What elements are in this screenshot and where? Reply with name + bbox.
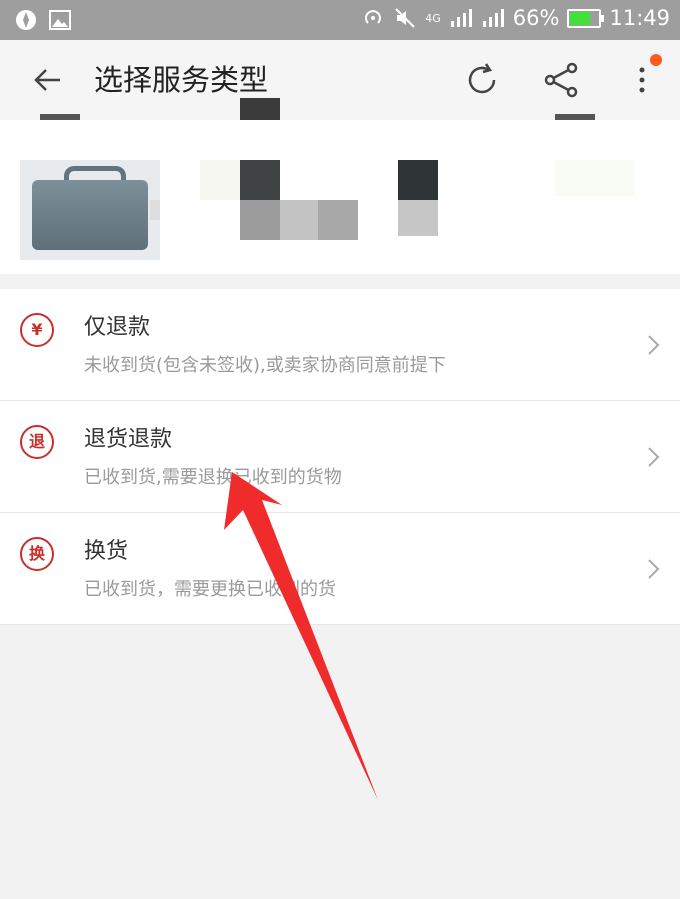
chevron-right-icon (648, 447, 660, 467)
battery-percent: 66% (512, 6, 560, 30)
option-return-refund[interactable]: 退 退货退款 已收到货,需要退换已收到的货物 (0, 401, 680, 513)
mosaic-block-2 (398, 160, 438, 200)
service-type-list: ¥ 仅退款 未收到货(包含未签收),或卖家协商同意前提下 退 退货退款 已收到货… (0, 289, 680, 625)
option-title: 换货 (84, 539, 129, 564)
exchange-icon: 换 (20, 537, 54, 571)
refresh-icon[interactable] (460, 58, 504, 102)
share-icon[interactable] (540, 58, 584, 102)
option-refund-only[interactable]: ¥ 仅退款 未收到货(包含未签收),或卖家协商同意前提下 (0, 289, 680, 401)
signal-icon-2 (482, 9, 504, 27)
page-title: 选择服务类型 (94, 63, 269, 97)
option-title: 退货退款 (84, 427, 173, 452)
hotspot-icon (365, 10, 382, 24)
option-exchange[interactable]: 换 换货 已收到货，需要更换已收到的货 (0, 513, 680, 625)
chevron-right-icon (648, 559, 660, 579)
network-type: 4G (425, 11, 441, 25)
back-arrow-icon[interactable] (28, 60, 68, 100)
refund-yuan-icon: ¥ (20, 313, 54, 347)
image-icon (49, 10, 71, 30)
option-description: 未收到货(包含未签收),或卖家协商同意前提下 (84, 355, 446, 376)
mosaic-block (240, 160, 280, 200)
notification-dot (650, 54, 662, 66)
mute-icon (395, 8, 415, 28)
app-notification-icon (16, 10, 36, 30)
return-icon: 退 (20, 425, 54, 459)
option-title: 仅退款 (84, 315, 151, 340)
chevron-right-icon (648, 335, 660, 355)
product-strip (0, 98, 680, 274)
battery-icon (567, 8, 605, 28)
signal-icon (450, 9, 472, 27)
clock: 11:49 (609, 6, 670, 30)
toolbar: 选择服务类型 (0, 40, 680, 120)
status-bar: 4G 66% 11:49 (0, 0, 680, 40)
option-description: 已收到货，需要更换已收到的货 (84, 579, 336, 600)
option-description: 已收到货,需要退换已收到的货物 (84, 467, 342, 488)
product-image-laptop-bag[interactable] (20, 160, 160, 260)
